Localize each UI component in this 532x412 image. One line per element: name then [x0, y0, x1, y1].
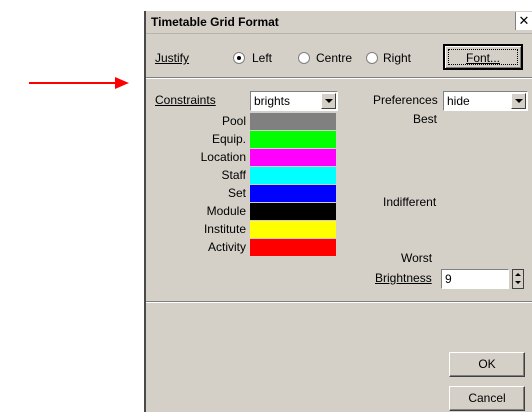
timetable-grid-format-dialog: Timetable Grid Format ✕ Justify Left Cen… [144, 11, 532, 412]
preferences-label: Preferences [373, 93, 438, 107]
brightness-input[interactable]: 9 [441, 269, 509, 289]
color-swatch[interactable] [250, 113, 336, 130]
indifferent-label: Indifferent [383, 195, 437, 209]
cancel-button[interactable]: Cancel [449, 386, 525, 411]
color-swatch[interactable] [250, 185, 336, 202]
color-swatch[interactable] [250, 203, 336, 220]
preferences-select[interactable]: hide [443, 91, 528, 111]
constraints-value: brights [254, 94, 291, 108]
color-swatch[interactable] [250, 131, 336, 148]
brightness-spinner[interactable] [512, 269, 524, 289]
font-button-label: Font... [465, 51, 500, 65]
constraints-label: Constraints [155, 93, 216, 107]
justify-centre-label[interactable]: Centre [316, 51, 352, 65]
chevron-down-icon[interactable] [511, 93, 526, 109]
justify-right-label[interactable]: Right [383, 51, 411, 65]
brightness-label: Brightness [375, 271, 432, 285]
swatch-label: Location [200, 150, 246, 164]
color-swatch[interactable] [250, 239, 336, 256]
arrow-up-icon[interactable] [515, 273, 521, 276]
swatch-label: Module [206, 204, 246, 218]
color-swatch[interactable] [250, 167, 336, 184]
swatch-label: Equip. [211, 132, 246, 146]
close-icon: ✕ [518, 13, 530, 28]
worst-label: Worst [401, 251, 433, 265]
preferences-value: hide [447, 94, 470, 108]
justify-centre-radio[interactable] [298, 52, 310, 64]
swatch-label: Pool [221, 114, 246, 128]
ok-button-label: OK [478, 357, 496, 371]
color-swatch[interactable] [250, 149, 336, 166]
ok-button[interactable]: OK [449, 352, 525, 377]
annotation-arrow [29, 77, 129, 89]
arrow-down-icon[interactable] [515, 281, 521, 284]
justify-label: Justify [155, 51, 190, 65]
justify-left-label[interactable]: Left [252, 51, 272, 65]
swatch-label: Set [227, 186, 246, 200]
swatch-label: Staff [221, 168, 246, 182]
best-label: Best [413, 112, 438, 126]
justify-left-radio[interactable] [233, 52, 245, 64]
chevron-down-icon[interactable] [321, 93, 336, 109]
title-bar: Timetable Grid Format ✕ [146, 11, 532, 34]
separator-bottom [146, 301, 532, 303]
swatch-label: Activity [207, 240, 246, 254]
font-button[interactable]: Font... [443, 44, 523, 70]
justify-right-radio[interactable] [366, 52, 378, 64]
swatch-label: Institute [203, 222, 246, 236]
brightness-value: 9 [445, 272, 452, 286]
cancel-button-label: Cancel [468, 391, 506, 405]
constraints-select[interactable]: brights [250, 91, 338, 111]
separator-top [146, 77, 532, 79]
window-title: Timetable Grid Format [151, 15, 279, 29]
close-button[interactable]: ✕ [515, 12, 532, 30]
color-swatch[interactable] [250, 221, 336, 238]
